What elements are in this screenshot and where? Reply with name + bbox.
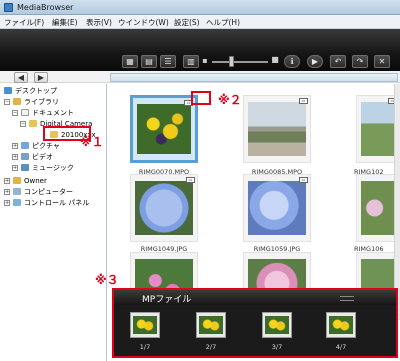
mp-frame-label: 1/7 [139, 343, 151, 351]
picture-icon [21, 142, 29, 149]
forward-button[interactable]: ▶ [34, 72, 48, 83]
thumbnail-item[interactable]: ▭ [130, 174, 198, 242]
back-arrow-icon: ◀ [17, 73, 25, 82]
expand-icon[interactable]: + [12, 143, 18, 149]
mp-frame-thumbnail[interactable] [130, 312, 160, 338]
slideshow-button[interactable]: ▶ [307, 55, 323, 68]
photo-leaves-pink [361, 181, 395, 235]
view-list-button[interactable]: ☰ [160, 55, 176, 68]
grid-large-icon: ▦ [126, 57, 134, 66]
frame-photo [199, 316, 223, 334]
frame-photo [133, 316, 157, 334]
play-icon: ▶ [311, 57, 319, 66]
info-button[interactable]: ℹ [284, 55, 300, 68]
mp-frame-thumbnail[interactable] [326, 312, 356, 338]
trash-icon: ✕ [378, 57, 386, 66]
photo-landscape [361, 102, 395, 156]
delete-button[interactable]: ✕ [374, 55, 390, 68]
note-3: ※３ [95, 273, 119, 287]
collapse-icon[interactable]: − [12, 110, 18, 116]
mp-frame-thumbnail[interactable] [262, 312, 292, 338]
highlight-mp-badge [191, 91, 211, 105]
folder-icon [29, 120, 37, 127]
app-icon [4, 3, 13, 12]
expand-icon[interactable]: + [4, 189, 10, 195]
title-bar: MediaBrowser [0, 0, 400, 15]
zoom-slider-thumb[interactable] [229, 56, 234, 67]
user-icon [13, 177, 21, 184]
forward-arrow-icon: ▶ [37, 73, 45, 82]
view-thumbnail-small-button[interactable]: ▤ [141, 55, 157, 68]
frame-photo [329, 316, 353, 334]
document-icon [21, 109, 29, 116]
library-icon [13, 98, 21, 105]
menu-window[interactable]: ウインドウ(W) [118, 17, 169, 28]
video-icon [21, 153, 29, 160]
filter-bar[interactable] [110, 73, 398, 82]
rotate-left-button[interactable]: ↶ [330, 55, 346, 68]
computer-icon [13, 188, 21, 195]
view-detail-button[interactable]: ▥ [183, 55, 199, 68]
menu-view[interactable]: 表示(V) [86, 17, 112, 28]
mp-frame-label: 4/7 [335, 343, 347, 351]
music-icon [21, 164, 29, 171]
thumbnail-item[interactable]: ▭ [243, 95, 311, 163]
thumbnail-item[interactable]: ▭ [243, 174, 311, 242]
rotate-left-icon: ↶ [334, 57, 342, 66]
mp-frame-label: 3/7 [271, 343, 283, 351]
desktop-icon [4, 87, 12, 94]
photo-bridge [248, 102, 306, 156]
info-icon: ℹ [290, 57, 294, 66]
mp-panel-title: MPファイル [142, 295, 192, 305]
photo-hydrangea [248, 181, 306, 235]
mp-badge-icon: ▭ [299, 177, 308, 183]
zoom-large-icon: ■ [271, 55, 279, 64]
back-button[interactable]: ◀ [14, 72, 28, 83]
detail-icon: ▥ [187, 57, 195, 66]
note-1: ※１ [80, 135, 104, 149]
frame-photo [265, 316, 289, 334]
mp-frame-label: 2/7 [205, 343, 217, 351]
menu-file[interactable]: ファイル(F) [4, 17, 44, 28]
menu-help[interactable]: ヘルプ(H) [206, 17, 240, 28]
window-title: MediaBrowser [17, 3, 74, 12]
grid-small-icon: ▤ [145, 57, 153, 66]
zoom-slider-track[interactable] [212, 61, 268, 63]
expand-icon[interactable]: + [12, 165, 18, 171]
thumbnail-item[interactable]: ▭ [130, 95, 198, 163]
list-icon: ☰ [164, 57, 172, 66]
expand-icon[interactable]: + [4, 200, 10, 206]
rotate-right-icon: ↷ [356, 57, 364, 66]
collapse-icon[interactable]: − [20, 121, 26, 127]
menu-edit[interactable]: 編集(E) [52, 17, 78, 28]
mp-file-panel: MPファイル 1/7 2/7 3/7 4/7 [112, 288, 398, 358]
mp-frame-thumbnail[interactable] [196, 312, 226, 338]
control-panel-icon [13, 199, 21, 206]
rotate-right-button[interactable]: ↷ [352, 55, 368, 68]
menu-bar: ファイル(F) 編集(E) 表示(V) ウインドウ(W) 設定(S) ヘルプ(H… [0, 15, 400, 29]
grip-icon[interactable] [340, 296, 354, 301]
view-thumbnail-large-button[interactable]: ▦ [122, 55, 138, 68]
collapse-icon[interactable]: − [4, 99, 10, 105]
mp-panel-header: MPファイル [114, 290, 396, 305]
photo-hydrangea [135, 181, 193, 235]
menu-settings[interactable]: 設定(S) [174, 17, 200, 28]
expand-icon[interactable]: + [4, 178, 10, 184]
note-2: ※２ [218, 93, 242, 107]
expand-icon[interactable]: + [12, 154, 18, 160]
folder-tree: デスクトップ − ライブラリ − ドキュメント − Digital Camera… [0, 84, 107, 361]
mp-badge-icon: ▭ [186, 177, 195, 183]
zoom-small-icon: ▪ [202, 56, 208, 65]
vertical-scrollbar[interactable] [394, 84, 400, 288]
photo-flowers-yellow [137, 104, 191, 154]
mp-badge-icon: ▭ [299, 98, 308, 104]
